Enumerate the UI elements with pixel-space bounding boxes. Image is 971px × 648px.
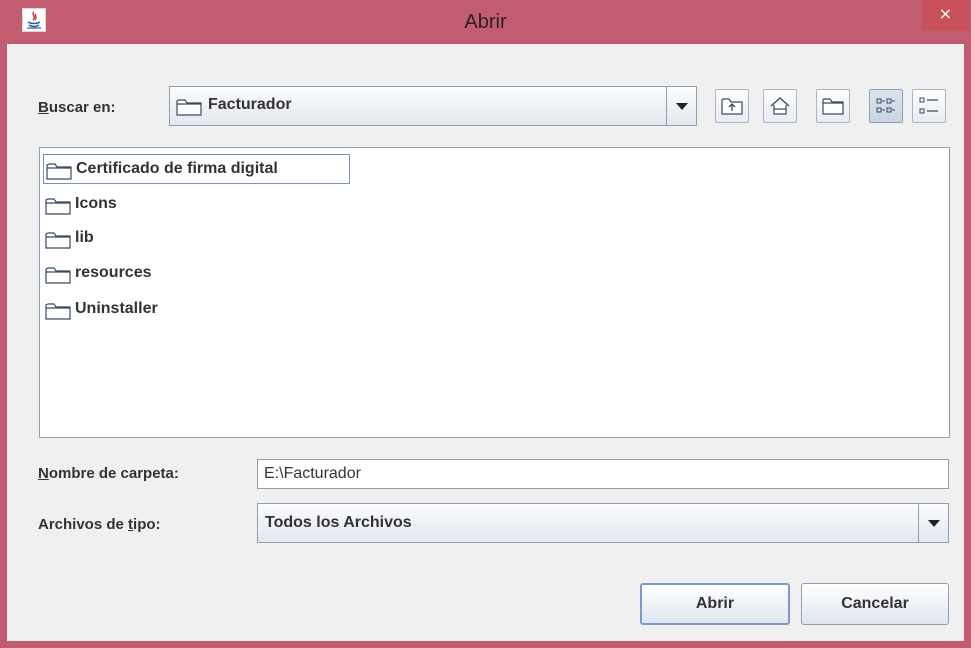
- look-in-combo[interactable]: Facturador: [169, 86, 697, 126]
- close-button[interactable]: ×: [922, 0, 969, 30]
- file-item-label: Certificado de firma digital: [76, 160, 278, 177]
- folder-name-mnemonic: N: [38, 465, 49, 482]
- folder-up-icon: [721, 98, 743, 115]
- folder-icon: [176, 99, 202, 116]
- window-title: Abrir: [464, 11, 507, 33]
- file-type-label-text: Archivos de: [38, 516, 129, 533]
- folder-icon: [45, 303, 71, 320]
- list-view-icon: [876, 98, 895, 113]
- file-type-dropdown-button[interactable]: [918, 504, 948, 542]
- new-folder-icon: [822, 98, 844, 115]
- file-item-label: lib: [75, 229, 94, 246]
- file-item-label: resources: [75, 264, 152, 281]
- list-item-folder[interactable]: resources: [43, 259, 243, 289]
- folder-icon: [45, 267, 71, 284]
- file-list[interactable]: Certificado de firma digital Icons lib r…: [39, 147, 950, 438]
- list-item-folder[interactable]: Icons: [43, 190, 243, 220]
- file-type-value: Todos los Archivos: [265, 514, 412, 531]
- look-in-mnemonic: B: [38, 99, 49, 116]
- folder-icon: [46, 163, 72, 180]
- list-view-button[interactable]: [869, 89, 903, 123]
- title-bar[interactable]: Abrir ×: [0, 0, 971, 44]
- folder-name-field[interactable]: [257, 459, 949, 489]
- list-item-folder[interactable]: Certificado de firma digital: [43, 154, 350, 184]
- details-view-icon: [919, 97, 938, 114]
- home-icon: [770, 97, 790, 115]
- folder-icon: [45, 232, 71, 249]
- details-view-button[interactable]: [912, 89, 946, 123]
- folder-name-label-rest: ombre de carpeta:: [48, 465, 179, 482]
- look-in-label-rest: uscar en:: [48, 99, 116, 116]
- chevron-down-icon: [927, 520, 940, 527]
- folder-name-label: Nombre de carpeta:: [38, 465, 179, 482]
- look-in-dropdown-button[interactable]: [666, 87, 696, 125]
- list-item-folder[interactable]: lib: [43, 224, 243, 254]
- folder-icon: [45, 198, 71, 215]
- home-button[interactable]: [763, 89, 797, 123]
- file-item-label: Icons: [75, 195, 117, 212]
- look-in-label: Buscar en:: [38, 99, 116, 116]
- folder-name-input[interactable]: [264, 460, 934, 488]
- file-item-label: Uninstaller: [75, 300, 158, 317]
- list-item-folder[interactable]: Uninstaller: [43, 295, 243, 325]
- file-type-label: Archivos de tipo:: [38, 516, 161, 533]
- close-icon: ×: [938, 4, 953, 23]
- file-type-combo[interactable]: Todos los Archivos: [257, 503, 949, 543]
- file-type-label-rest: ipo:: [133, 516, 161, 533]
- chevron-down-icon: [675, 103, 688, 110]
- up-one-level-button[interactable]: [715, 89, 749, 123]
- cancel-button[interactable]: Cancelar: [801, 583, 949, 625]
- open-dialog-window: Abrir × Buscar en: Facturador Certificad…: [0, 0, 971, 648]
- open-button[interactable]: Abrir: [640, 583, 790, 625]
- look-in-value: Facturador: [208, 96, 292, 113]
- new-folder-button[interactable]: [816, 89, 850, 123]
- dialog-content: Buscar en: Facturador Certificado de fir…: [7, 44, 964, 641]
